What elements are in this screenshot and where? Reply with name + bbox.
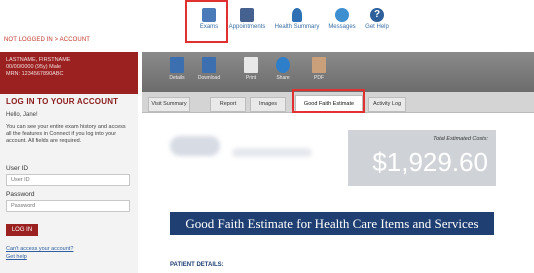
- details-label: Details: [169, 75, 185, 81]
- nav-get-help-label: Get Help: [365, 24, 389, 30]
- blurred-text: [232, 148, 312, 157]
- patient-details-heading: PATIENT DETAILS:: [170, 262, 224, 268]
- share-icon: [276, 57, 290, 73]
- pdf-label: PDF: [314, 75, 324, 81]
- gfe-highlight-box: [292, 89, 365, 113]
- tab-images[interactable]: Images: [250, 97, 286, 112]
- printer-icon: [244, 57, 258, 73]
- login-title: LOG IN TO YOUR ACCOUNT: [6, 97, 119, 106]
- help-icon: ?: [370, 8, 384, 22]
- print-button[interactable]: Print: [236, 57, 266, 81]
- login-button[interactable]: LOG IN: [6, 224, 38, 236]
- download-icon: [202, 57, 216, 73]
- password-label: Password: [6, 191, 35, 198]
- get-help-link[interactable]: Get help: [6, 254, 27, 260]
- main-content: Details Download Print Share PDF Visit S…: [142, 52, 534, 273]
- person-icon: [292, 8, 302, 22]
- total-cost-box: Total Estimated Costs: $1,929.60: [348, 130, 496, 186]
- patient-mrn: MRN: 1234567890ABC: [6, 71, 64, 77]
- download-label: Download: [197, 75, 221, 81]
- patient-name: LASTNAME, FIRSTNAME: [6, 57, 71, 63]
- nav-health-summary[interactable]: Health Summary: [274, 8, 320, 30]
- exams-highlight-box: [185, 0, 228, 43]
- nav-appointments-label: Appointments: [228, 24, 266, 30]
- total-cost-amount: $1,929.60: [372, 147, 488, 177]
- sidebar: LASTNAME, FIRSTNAME 00/00/0000 (95y) Mal…: [0, 52, 138, 273]
- cant-access-link[interactable]: Can't access your account?: [6, 246, 73, 252]
- userid-input[interactable]: [6, 174, 130, 186]
- chat-icon: [335, 8, 349, 22]
- share-button[interactable]: Share: [268, 57, 298, 81]
- nav-health-summary-label: Health Summary: [274, 24, 320, 30]
- patient-dob: 00/00/0000 (95y) Male: [6, 64, 62, 70]
- print-label: Print: [245, 75, 257, 81]
- details-icon: [170, 57, 184, 73]
- userid-label: User ID: [6, 165, 29, 172]
- nav-appointments[interactable]: Appointments: [224, 8, 270, 30]
- total-cost-label: Total Estimated Costs:: [433, 136, 488, 142]
- pdf-button[interactable]: PDF: [304, 57, 334, 81]
- download-button[interactable]: Download: [194, 57, 224, 81]
- share-label: Share: [276, 75, 290, 81]
- tab-activity-log[interactable]: Activity Log: [368, 97, 406, 112]
- nav-get-help[interactable]: ? Get Help: [354, 8, 400, 30]
- estimate-banner: Good Faith Estimate for Health Care Item…: [170, 212, 494, 235]
- tab-visit-summary[interactable]: Visit Summary: [148, 97, 190, 112]
- tab-report[interactable]: Report: [210, 97, 246, 112]
- details-button[interactable]: Details: [162, 57, 192, 81]
- patient-info-box: LASTNAME, FIRSTNAME 00/00/0000 (95y) Mal…: [0, 52, 138, 94]
- calendar-icon: [240, 8, 254, 22]
- pdf-icon: [312, 57, 326, 73]
- greeting: Hello, Jane!: [6, 112, 38, 118]
- exam-toolbar: Details Download Print Share PDF: [142, 52, 534, 92]
- nav-messages-label: Messages: [328, 24, 356, 30]
- not-logged-in-indicator: NOT LOGGED IN > ACCOUNT: [4, 37, 91, 43]
- password-input[interactable]: [6, 200, 130, 212]
- login-instructions: You can see your entire exam history and…: [6, 124, 126, 144]
- blurred-logo: [170, 136, 220, 156]
